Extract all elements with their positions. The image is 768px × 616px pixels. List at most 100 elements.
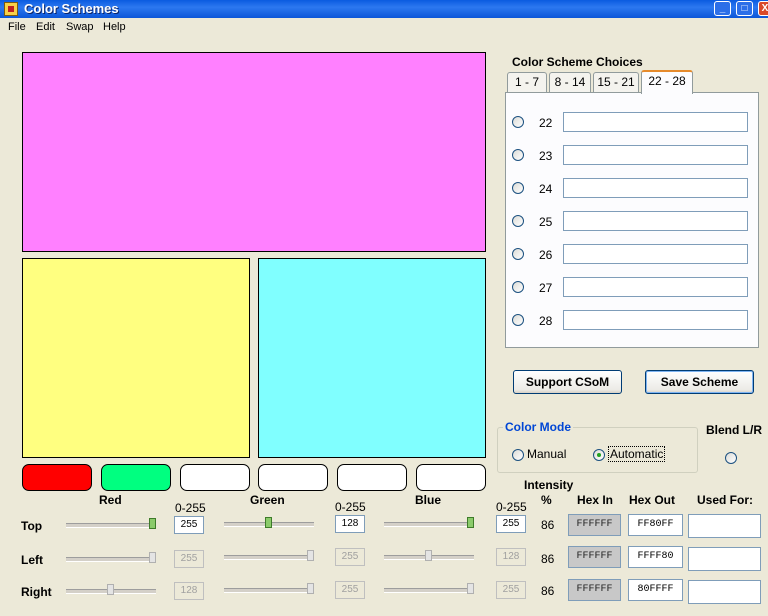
hex-out-header: Hex Out bbox=[629, 493, 676, 507]
left-blue-value[interactable]: 128 bbox=[496, 548, 526, 566]
row-label-left: Left bbox=[21, 553, 43, 567]
right-red-value[interactable]: 128 bbox=[174, 582, 204, 600]
slider-thumb[interactable] bbox=[265, 517, 272, 528]
slider-thumb[interactable] bbox=[107, 584, 114, 595]
slider-thumb[interactable] bbox=[307, 550, 314, 561]
minimize-button[interactable]: _ bbox=[714, 1, 731, 16]
top-red-slider[interactable] bbox=[66, 515, 156, 535]
slider-thumb[interactable] bbox=[425, 550, 432, 561]
left-green-value[interactable]: 255 bbox=[335, 548, 365, 566]
automatic-radio[interactable] bbox=[593, 449, 605, 461]
scheme-radio-27[interactable] bbox=[512, 281, 524, 293]
intensity-header: Intensity bbox=[524, 478, 574, 492]
left-green-slider[interactable] bbox=[224, 547, 314, 567]
slider-thumb[interactable] bbox=[149, 552, 156, 563]
red-color-pill[interactable] bbox=[22, 464, 92, 491]
automatic-label[interactable]: Automatic bbox=[608, 446, 666, 462]
right-hex-out[interactable]: 80FFFF bbox=[628, 579, 683, 601]
scheme-radio-23[interactable] bbox=[512, 149, 524, 161]
slider-thumb[interactable] bbox=[307, 583, 314, 594]
menu-help[interactable]: Help bbox=[103, 20, 126, 34]
scheme-field-28[interactable] bbox=[563, 310, 748, 330]
right-hex-in[interactable]: FFFFFF bbox=[568, 579, 621, 601]
menu-file[interactable]: File bbox=[8, 20, 26, 34]
top-color-panel[interactable] bbox=[22, 52, 486, 252]
right-used-for[interactable] bbox=[688, 580, 761, 604]
manual-radio[interactable] bbox=[512, 449, 524, 461]
window-title: Color Schemes bbox=[24, 1, 119, 16]
top-hex-in[interactable]: FFFFFF bbox=[568, 514, 621, 536]
right-blue-value[interactable]: 255 bbox=[496, 581, 526, 599]
tab-1-7[interactable]: 1 - 7 bbox=[507, 72, 547, 92]
scheme-number: 28 bbox=[539, 314, 553, 328]
color-pill-3[interactable] bbox=[180, 464, 250, 491]
scheme-field-22[interactable] bbox=[563, 112, 748, 132]
scheme-radio-26[interactable] bbox=[512, 248, 524, 260]
blue-range-label: 0-255 bbox=[496, 500, 527, 514]
close-button[interactable]: X bbox=[758, 1, 768, 16]
left-hex-out[interactable]: FFFF80 bbox=[628, 546, 683, 568]
color-pill-4[interactable] bbox=[258, 464, 328, 491]
right-green-value[interactable]: 255 bbox=[335, 581, 365, 599]
right-red-slider[interactable] bbox=[66, 581, 156, 601]
blue-channel-label: Blue bbox=[415, 493, 442, 507]
left-blue-slider[interactable] bbox=[384, 547, 474, 567]
scheme-radio-28[interactable] bbox=[512, 314, 524, 326]
green-channel-label: Green bbox=[250, 493, 285, 507]
percent-header: % bbox=[541, 493, 552, 507]
right-green-slider[interactable] bbox=[224, 580, 314, 600]
scheme-number: 26 bbox=[539, 248, 553, 262]
color-pill-6[interactable] bbox=[416, 464, 486, 491]
scheme-radio-22[interactable] bbox=[512, 116, 524, 128]
scheme-field-23[interactable] bbox=[563, 145, 748, 165]
row-label-right: Right bbox=[21, 585, 52, 599]
green-range-label: 0-255 bbox=[335, 500, 366, 514]
scheme-radio-24[interactable] bbox=[512, 182, 524, 194]
left-red-slider[interactable] bbox=[66, 549, 156, 569]
right-blue-slider[interactable] bbox=[384, 580, 474, 600]
top-green-value[interactable]: 128 bbox=[335, 515, 365, 533]
scheme-choices-title: Color Scheme Choices bbox=[512, 55, 643, 69]
left-used-for[interactable] bbox=[688, 547, 761, 571]
scheme-number: 25 bbox=[539, 215, 553, 229]
top-blue-value[interactable]: 255 bbox=[496, 515, 526, 533]
scheme-number: 27 bbox=[539, 281, 553, 295]
menu-edit[interactable]: Edit bbox=[36, 20, 55, 34]
slider-thumb[interactable] bbox=[467, 517, 474, 528]
top-blue-slider[interactable] bbox=[384, 514, 474, 534]
menu-swap[interactable]: Swap bbox=[66, 20, 94, 34]
scheme-field-27[interactable] bbox=[563, 277, 748, 297]
scheme-radio-25[interactable] bbox=[512, 215, 524, 227]
tab-8-14[interactable]: 8 - 14 bbox=[549, 72, 591, 92]
top-red-value[interactable]: 255 bbox=[174, 516, 204, 534]
top-green-slider[interactable] bbox=[224, 514, 314, 534]
left-hex-in[interactable]: FFFFFF bbox=[568, 546, 621, 568]
scheme-field-25[interactable] bbox=[563, 211, 748, 231]
manual-label[interactable]: Manual bbox=[527, 447, 566, 461]
row-label-top: Top bbox=[21, 519, 43, 533]
slider-thumb[interactable] bbox=[149, 518, 156, 529]
slider-thumb[interactable] bbox=[467, 583, 474, 594]
maximize-button[interactable]: □ bbox=[736, 1, 753, 16]
scheme-field-26[interactable] bbox=[563, 244, 748, 264]
green-color-pill[interactable] bbox=[101, 464, 171, 491]
scheme-field-24[interactable] bbox=[563, 178, 748, 198]
blend-radio[interactable] bbox=[725, 452, 737, 464]
color-pill-5[interactable] bbox=[337, 464, 407, 491]
left-intensity: 86 bbox=[541, 552, 555, 566]
tab-15-21[interactable]: 15 - 21 bbox=[593, 72, 639, 92]
red-range-label: 0-255 bbox=[175, 501, 206, 515]
app-icon[interactable] bbox=[4, 2, 18, 16]
save-scheme-button[interactable]: Save Scheme bbox=[645, 370, 754, 394]
top-used-for[interactable] bbox=[688, 514, 761, 538]
top-hex-out[interactable]: FF80FF bbox=[628, 514, 683, 536]
tab-22-28[interactable]: 22 - 28 bbox=[641, 70, 693, 94]
left-color-panel[interactable] bbox=[22, 258, 250, 458]
scheme-number: 22 bbox=[539, 116, 553, 130]
right-color-panel[interactable] bbox=[258, 258, 486, 458]
right-intensity: 86 bbox=[541, 584, 555, 598]
left-red-value[interactable]: 255 bbox=[174, 550, 204, 568]
scheme-number: 24 bbox=[539, 182, 553, 196]
blend-label: Blend L/R bbox=[706, 423, 762, 437]
support-csom-button[interactable]: Support CSoM bbox=[513, 370, 622, 394]
